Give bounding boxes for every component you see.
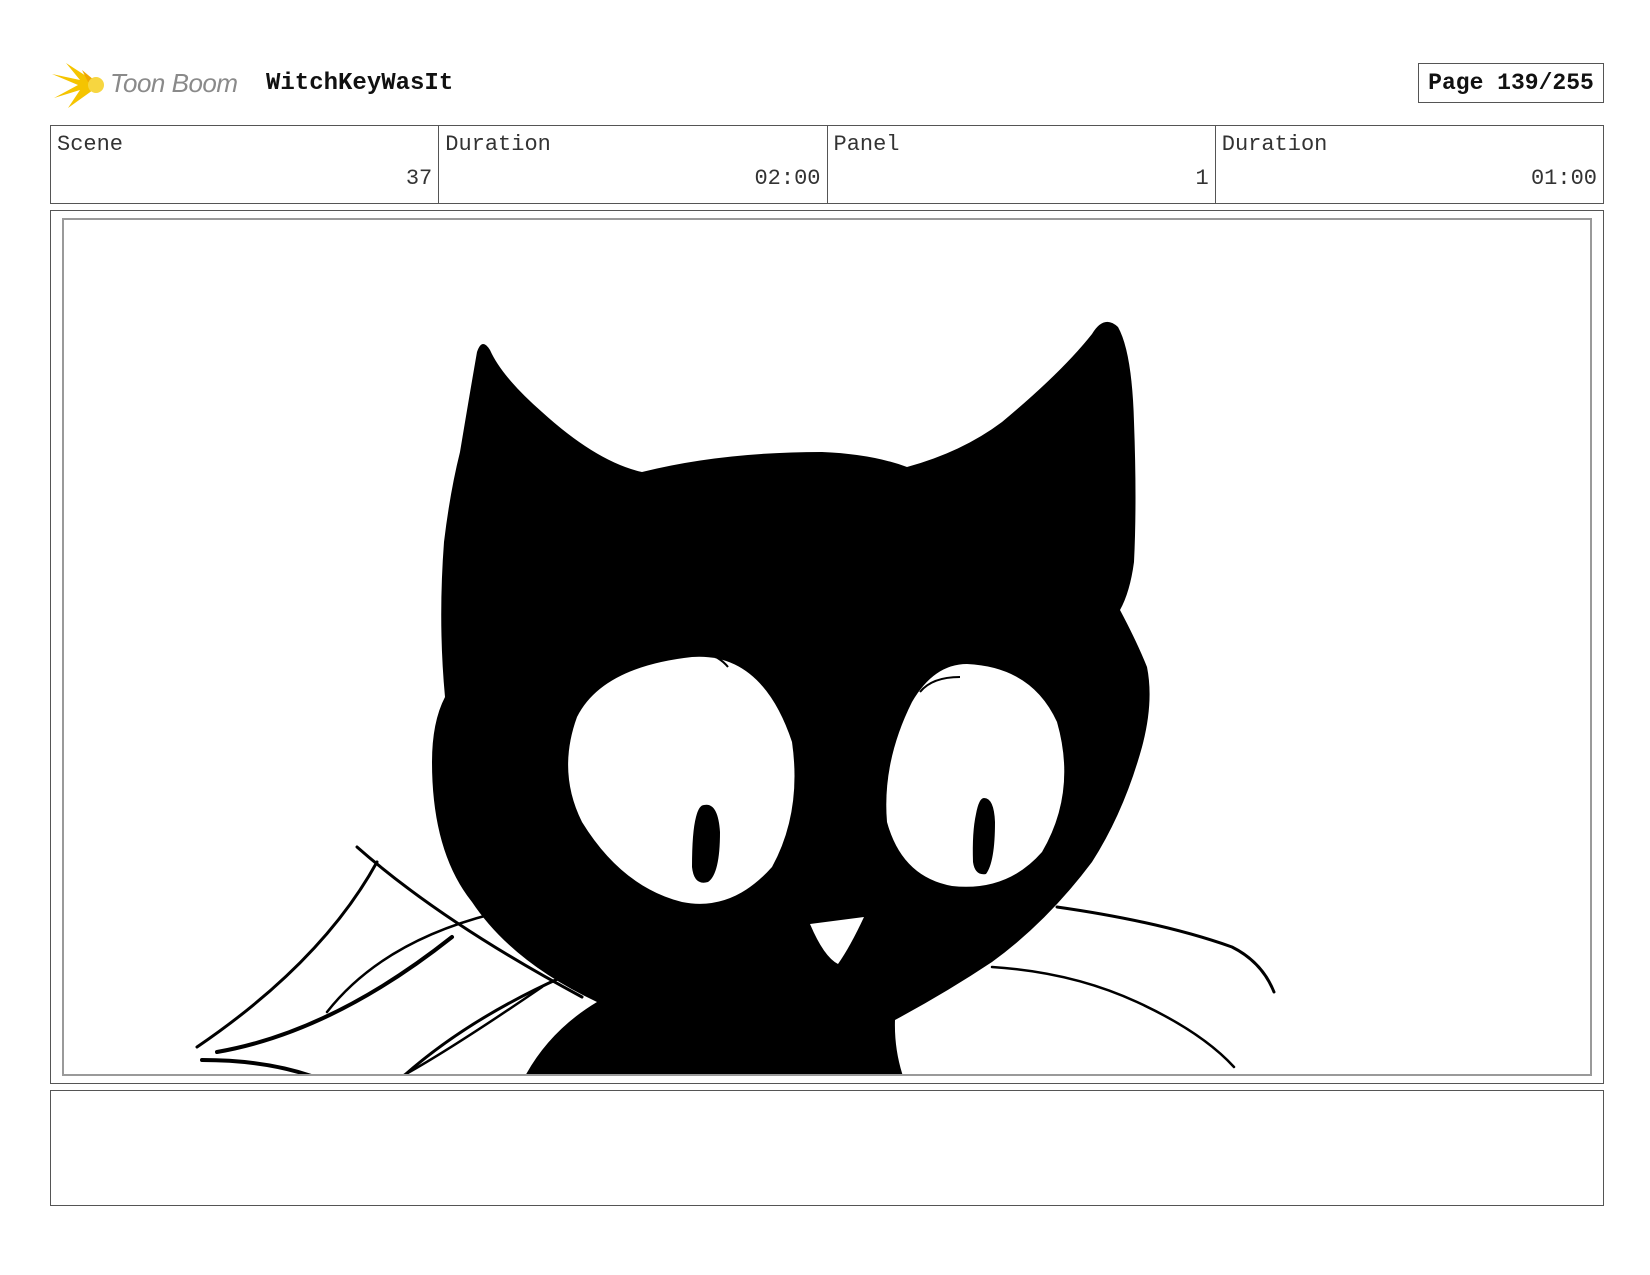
scene-cell: Scene 37 — [51, 126, 440, 203]
storyboard-panel-drawing — [62, 218, 1592, 1076]
panel-duration-value: 01:00 — [1530, 166, 1597, 191]
panel-duration-cell: Duration 01:00 — [1216, 126, 1603, 203]
panel-duration-label: Duration — [1221, 132, 1328, 157]
toon-boom-logo: Toon Boom — [52, 58, 252, 112]
scene-duration-label: Duration — [445, 132, 551, 157]
scene-duration-value: 02:00 — [754, 166, 821, 191]
scene-value: 37 — [405, 166, 433, 191]
panel-cell: Panel 1 — [828, 126, 1216, 203]
logo-text: Toon Boom — [110, 68, 238, 98]
scene-info-table: Scene 37 Duration 02:00 Panel 1 Duration… — [50, 125, 1604, 204]
panel-value: 1 — [1195, 166, 1209, 191]
scene-duration-cell: Duration 02:00 — [439, 126, 828, 203]
panel-notes-box — [50, 1090, 1604, 1206]
scene-label: Scene — [57, 132, 124, 157]
panel-label: Panel — [833, 132, 900, 157]
project-title: WitchKeyWasIt — [266, 70, 454, 97]
starburst-icon — [52, 63, 104, 108]
right-whiskers — [990, 905, 1276, 1069]
black-cat-drawing — [195, 321, 1276, 1074]
page-indicator: Page 139/255 — [1418, 63, 1604, 103]
